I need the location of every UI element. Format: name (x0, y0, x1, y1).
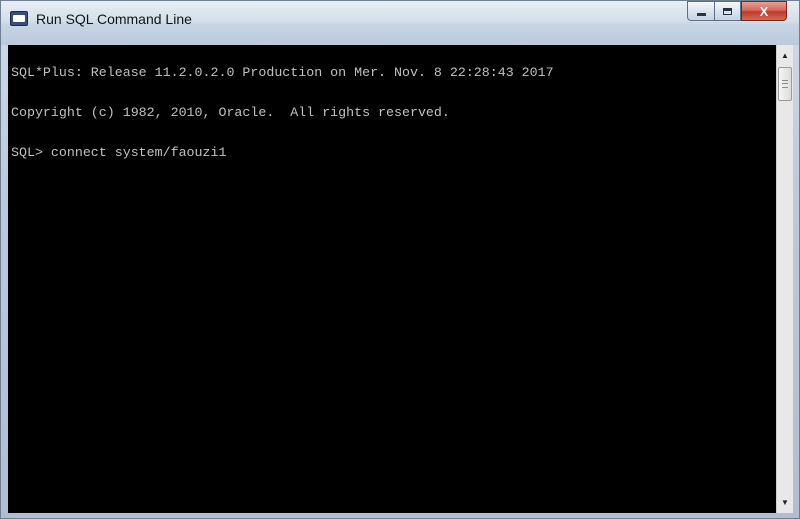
title-bar[interactable]: Run SQL Command Line X (1, 1, 799, 45)
close-button[interactable]: X (741, 1, 787, 21)
scroll-thumb[interactable] (778, 67, 792, 101)
close-icon: X (759, 3, 769, 19)
sql-app-icon[interactable] (10, 11, 28, 26)
scroll-down-arrow-icon[interactable]: ▼ (777, 494, 793, 511)
minimize-icon (696, 12, 706, 16)
console-line-prompt: SQL> connect system/faouzi1 (11, 145, 227, 160)
console-output[interactable]: SQL*Plus: Release 11.2.0.2.0 Production … (8, 45, 776, 513)
sql-command-line-window: Run SQL Command Line X SQL*Plus: Release… (0, 0, 800, 519)
window-title: Run SQL Command Line (36, 11, 192, 27)
maximize-icon (723, 7, 732, 15)
vertical-scrollbar[interactable]: ▲ ▼ (776, 45, 793, 513)
maximize-button[interactable] (714, 1, 741, 21)
console-line-release: SQL*Plus: Release 11.2.0.2.0 Production … (11, 65, 554, 80)
minimize-button[interactable] (687, 1, 714, 21)
scroll-up-arrow-icon[interactable]: ▲ (777, 47, 793, 64)
console-line-copyright: Copyright (c) 1982, 2010, Oracle. All ri… (11, 105, 450, 120)
grip-icon (782, 80, 788, 88)
caption-buttons: X (687, 1, 787, 21)
